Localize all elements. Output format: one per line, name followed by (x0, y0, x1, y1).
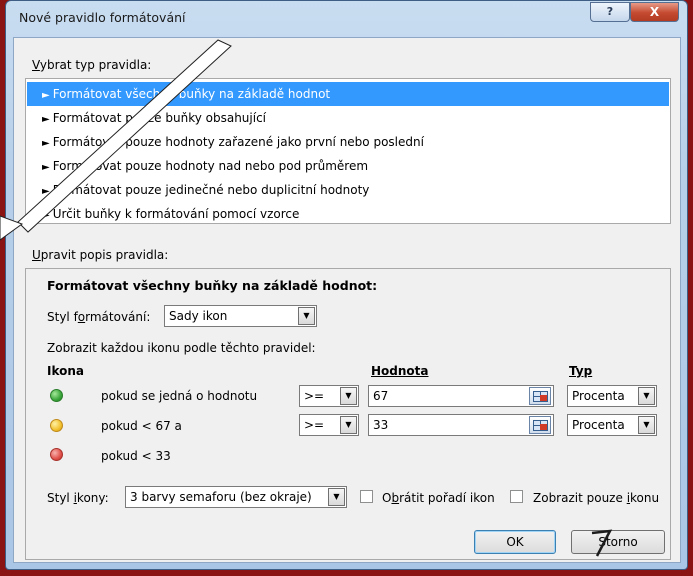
annotation-arrow-tail (0, 215, 24, 241)
annotation-arrow-shaft (17, 39, 232, 233)
cursor-mark (591, 529, 613, 557)
annotation-arrow-overlay (0, 39, 613, 557)
